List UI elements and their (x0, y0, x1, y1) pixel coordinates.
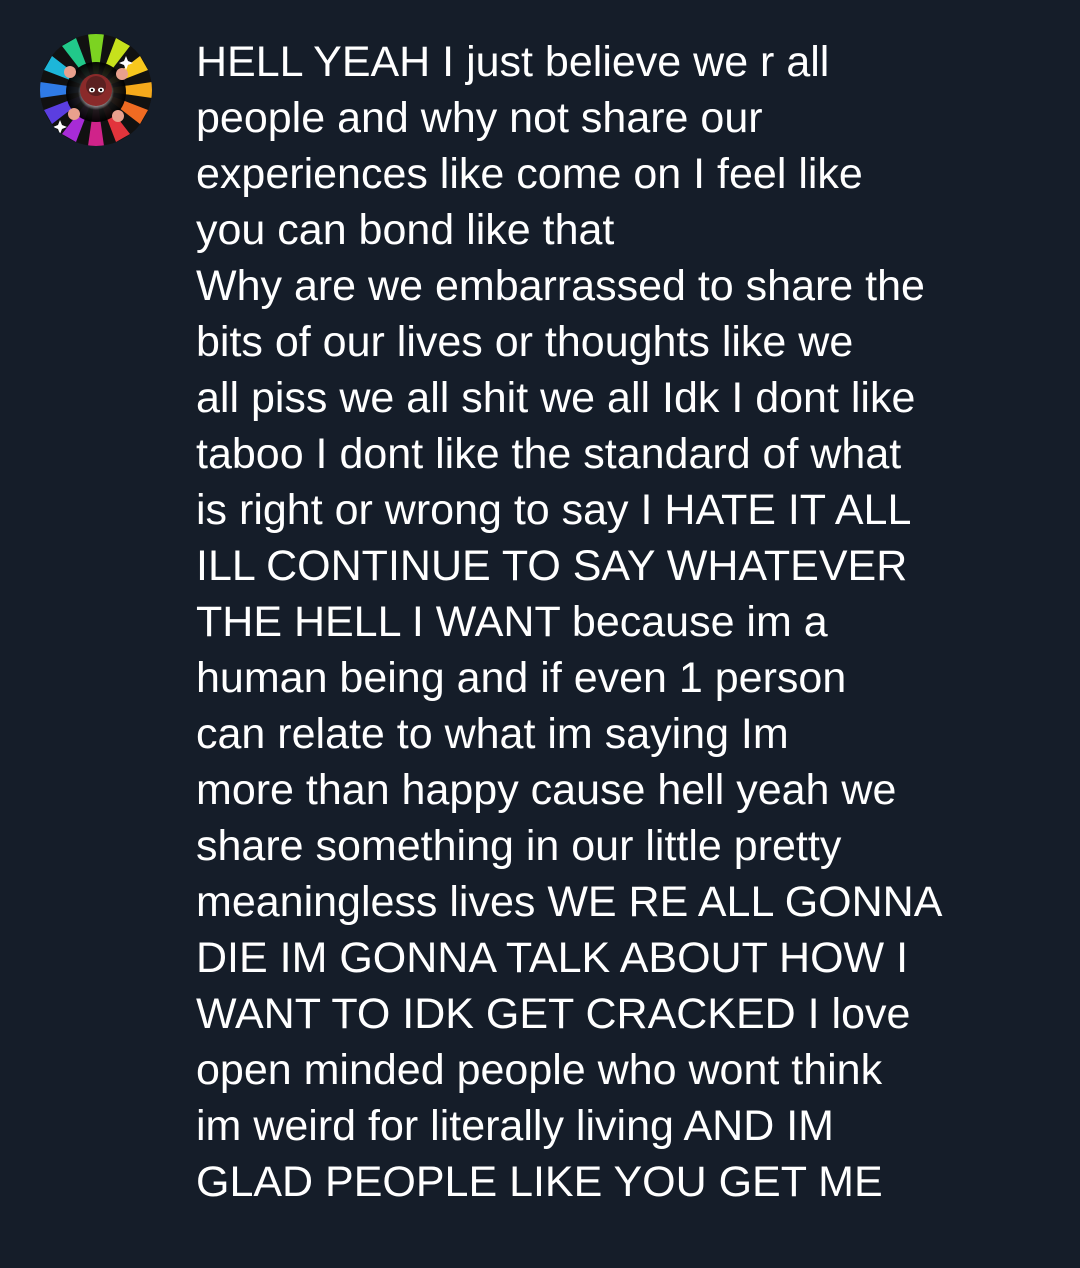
avatar[interactable] (40, 34, 152, 146)
comment-line: can relate to what im saying Im (196, 710, 789, 758)
comment-line: is right or wrong to say I HATE IT ALL (196, 486, 912, 534)
avatar-image-icon (40, 34, 152, 146)
comment-line: human being and if even 1 person (196, 654, 847, 702)
comment-line: meaningless lives WE RE ALL GONNA (196, 878, 943, 926)
comment-line: ILL CONTINUE TO SAY WHATEVER (196, 542, 908, 590)
comment-line: THE HELL I WANT because im a (196, 598, 828, 646)
comment-line: WANT TO IDK GET CRACKED I love (196, 990, 911, 1038)
comment-line: share something in our little pretty (196, 822, 842, 870)
comment-line: Why are we embarrassed to share the (196, 262, 925, 310)
comment-line: DIE IM GONNA TALK ABOUT HOW I (196, 934, 909, 982)
comment-line: you can bond like that (196, 206, 615, 254)
comment-text: HELL YEAH I just believe we r all people… (196, 34, 1056, 1210)
comment-line: bits of our lives or thoughts like we (196, 318, 854, 366)
comment-line: open minded people who wont think (196, 1046, 883, 1094)
comment-line: GLAD PEOPLE LIKE YOU GET ME (196, 1158, 883, 1206)
comment-line: im weird for literally living AND IM (196, 1102, 834, 1150)
comment-line: all piss we all shit we all Idk I dont l… (196, 374, 916, 422)
comment-line: taboo I dont like the standard of what (196, 430, 902, 478)
comment-line: people and why not share our (196, 94, 763, 142)
comment-line: more than happy cause hell yeah we (196, 766, 897, 814)
comment: HELL YEAH I just believe we r all people… (0, 0, 1080, 1268)
comment-line: HELL YEAH I just believe we r all (196, 38, 830, 86)
comment-line: experiences like come on I feel like (196, 150, 863, 198)
